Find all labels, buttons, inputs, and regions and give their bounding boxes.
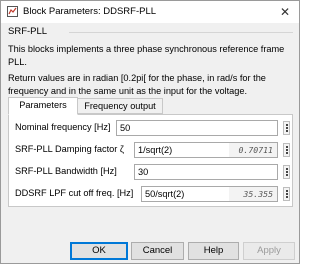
- cancel-button[interactable]: Cancel: [131, 242, 184, 260]
- param-row-lpf-cutoff: DDSRF LPF cut off freq. [Hz] 50/sqrt(2) …: [15, 186, 290, 202]
- param-label: DDSRF LPF cut off freq. [Hz]: [15, 188, 134, 198]
- param-value: 30: [138, 167, 149, 177]
- simulink-app-icon: [7, 6, 18, 17]
- lpf-cutoff-input[interactable]: 50/sqrt(2) 35.355: [141, 186, 278, 202]
- tab-frequency-output[interactable]: Frequency output: [77, 98, 163, 114]
- evaluated-value: 0.70711: [238, 145, 273, 155]
- evaluated-value: 35.355: [243, 189, 273, 199]
- parameters-panel: Nominal frequency [Hz] 50 SRF-PLL Dampin…: [8, 114, 293, 207]
- param-row-damping-factor: SRF-PLL Damping factor ζ 1/sqrt(2) 0.707…: [15, 142, 290, 158]
- param-label: SRF-PLL Bandwidth [Hz]: [15, 166, 117, 176]
- nominal-frequency-input[interactable]: 50: [116, 120, 278, 136]
- param-value: 50: [120, 123, 131, 133]
- param-label: SRF-PLL Damping factor ζ: [15, 144, 124, 154]
- tab-parameters[interactable]: Parameters: [8, 97, 78, 115]
- help-button[interactable]: Help: [188, 242, 239, 260]
- more-options-icon[interactable]: [283, 187, 290, 201]
- block-description-1: This blocks implements a three phase syn…: [8, 44, 285, 67]
- param-row-bandwidth: SRF-PLL Bandwidth [Hz] 30: [15, 164, 290, 180]
- more-options-icon[interactable]: [283, 143, 290, 157]
- bandwidth-input[interactable]: 30: [134, 164, 278, 180]
- more-options-icon[interactable]: [283, 165, 290, 179]
- window-title: Block Parameters: DDSRF-PLL: [23, 6, 157, 17]
- block-parameters-dialog: Block Parameters: DDSRF-PLL ✕ SRF-PLL Th…: [0, 0, 300, 264]
- block-name-heading: SRF-PLL: [8, 26, 48, 37]
- more-options-icon[interactable]: [283, 121, 290, 135]
- title-bar: Block Parameters: DDSRF-PLL ✕: [1, 1, 299, 23]
- close-icon[interactable]: ✕: [277, 4, 293, 20]
- param-value: 50/sqrt(2): [145, 189, 185, 199]
- param-value: 1/sqrt(2): [138, 145, 173, 155]
- param-label: Nominal frequency [Hz]: [15, 122, 111, 132]
- block-description-2: Return values are in radian [0.2pi[ for …: [8, 73, 266, 96]
- damping-factor-input[interactable]: 1/sqrt(2) 0.70711: [134, 142, 278, 158]
- param-row-nominal-frequency: Nominal frequency [Hz] 50: [15, 120, 290, 136]
- group-divider: [69, 32, 293, 33]
- ok-button[interactable]: OK: [70, 242, 128, 260]
- apply-button[interactable]: Apply: [243, 242, 295, 260]
